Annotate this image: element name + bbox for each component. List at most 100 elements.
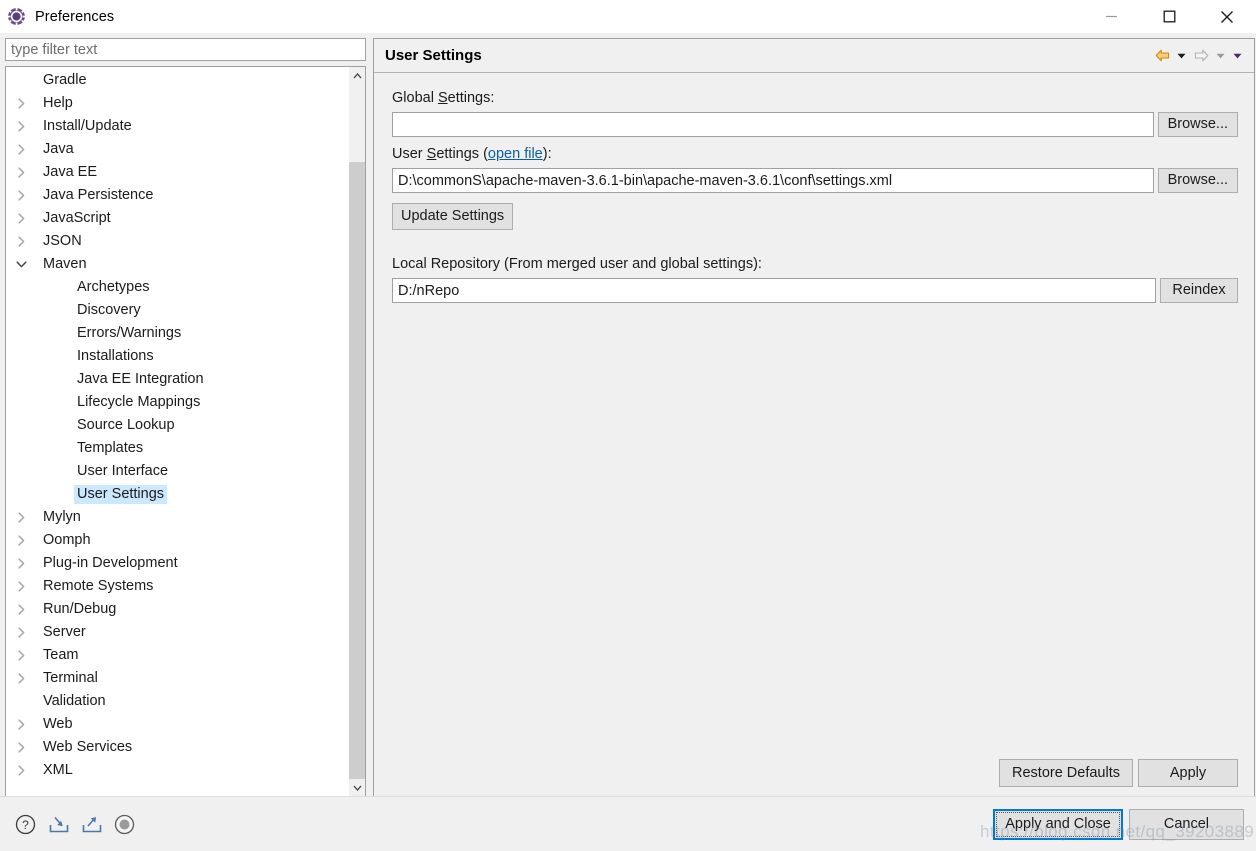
tree-item-archetypes[interactable]: Archetypes bbox=[6, 276, 348, 299]
chevron-right-icon[interactable] bbox=[12, 213, 30, 224]
chevron-right-icon[interactable] bbox=[12, 558, 30, 569]
tree-item-mylyn[interactable]: Mylyn bbox=[6, 506, 348, 529]
chevron-right-icon[interactable] bbox=[12, 627, 30, 638]
local-repository-row: Reindex bbox=[392, 278, 1238, 303]
apply-button[interactable]: Apply bbox=[1138, 759, 1238, 787]
tree-item-java[interactable]: Java bbox=[6, 138, 348, 161]
tree-item-label: Errors/Warnings bbox=[77, 325, 182, 341]
global-settings-input[interactable] bbox=[392, 112, 1154, 137]
chevron-right-icon[interactable] bbox=[12, 604, 30, 615]
filter-input[interactable] bbox=[5, 38, 366, 61]
export-icon[interactable] bbox=[80, 813, 103, 836]
tree-item-label: Help bbox=[43, 95, 73, 111]
tree-item-remote-systems[interactable]: Remote Systems bbox=[6, 575, 348, 598]
tree-scrollbar[interactable] bbox=[348, 67, 365, 796]
tree-item-terminal[interactable]: Terminal bbox=[6, 667, 348, 690]
tree-item-label: Source Lookup bbox=[77, 417, 175, 433]
forward-arrow-icon[interactable] bbox=[1190, 45, 1212, 67]
tree-item-oomph[interactable]: Oomph bbox=[6, 529, 348, 552]
tree-scrollbar-thumb[interactable] bbox=[349, 162, 365, 779]
tree-item-server[interactable]: Server bbox=[6, 621, 348, 644]
open-file-link[interactable]: open file bbox=[488, 146, 543, 162]
tree-item-label: Plug-in Development bbox=[43, 555, 178, 571]
chevron-right-icon[interactable] bbox=[12, 719, 30, 730]
tree-item-java-ee-integration[interactable]: Java EE Integration bbox=[6, 368, 348, 391]
global-settings-row: Browse... bbox=[392, 112, 1238, 137]
tree-item-label: XML bbox=[43, 762, 73, 778]
import-icon[interactable] bbox=[47, 813, 70, 836]
user-settings-input[interactable] bbox=[392, 168, 1154, 193]
close-button[interactable] bbox=[1198, 0, 1256, 33]
tree-item-maven[interactable]: Maven bbox=[6, 253, 348, 276]
tree-item-label: Archetypes bbox=[77, 279, 150, 295]
tree-item-help[interactable]: Help bbox=[6, 92, 348, 115]
tree-item-plug-in-development[interactable]: Plug-in Development bbox=[6, 552, 348, 575]
chevron-right-icon[interactable] bbox=[12, 98, 30, 109]
chevron-right-icon[interactable] bbox=[12, 673, 30, 684]
oomph-record-icon[interactable] bbox=[113, 813, 136, 836]
page-action-buttons: Restore Defaults Apply bbox=[374, 759, 1254, 796]
dialog-footer: ? Apply and Close Cancel bbox=[0, 796, 1256, 851]
user-settings-label-mnemonic: S bbox=[426, 146, 437, 162]
forward-history-dropdown-caret-icon[interactable] bbox=[1212, 45, 1229, 67]
apply-and-close-button[interactable]: Apply and Close bbox=[993, 808, 1123, 840]
tree-item-run-debug[interactable]: Run/Debug bbox=[6, 598, 348, 621]
tree-item-install-update[interactable]: Install/Update bbox=[6, 115, 348, 138]
cancel-button[interactable]: Cancel bbox=[1128, 808, 1244, 840]
footer-icons: ? bbox=[14, 813, 136, 836]
reindex-button[interactable]: Reindex bbox=[1160, 278, 1238, 303]
tree-item-web-services[interactable]: Web Services bbox=[6, 736, 348, 759]
tree-item-label: Terminal bbox=[43, 670, 98, 686]
preferences-tree-list[interactable]: Gradle Help Install/Update Java Java EE Java … bbox=[6, 67, 348, 796]
tree-item-java-persistence[interactable]: Java Persistence bbox=[6, 184, 348, 207]
chevron-right-icon[interactable] bbox=[12, 190, 30, 201]
user-settings-label-suffix: ): bbox=[542, 146, 552, 162]
page-menu-dropdown-caret-icon[interactable] bbox=[1229, 45, 1246, 67]
chevron-right-icon[interactable] bbox=[12, 144, 30, 155]
tree-item-xml[interactable]: XML bbox=[6, 759, 348, 782]
tree-item-team[interactable]: Team bbox=[6, 644, 348, 667]
user-settings-browse-button[interactable]: Browse... bbox=[1157, 168, 1238, 193]
chevron-right-icon[interactable] bbox=[12, 742, 30, 753]
page-content: Global Settings: Browse... User Settings… bbox=[374, 73, 1254, 759]
tree-item-javascript[interactable]: JavaScript bbox=[6, 207, 348, 230]
chevron-right-icon[interactable] bbox=[12, 535, 30, 546]
minimize-button[interactable] bbox=[1082, 0, 1140, 33]
restore-defaults-button[interactable]: Restore Defaults bbox=[999, 759, 1133, 787]
chevron-right-icon[interactable] bbox=[12, 236, 30, 247]
chevron-right-icon[interactable] bbox=[12, 650, 30, 661]
tree-item-gradle[interactable]: Gradle bbox=[6, 69, 348, 92]
tree-item-label: Installations bbox=[77, 348, 154, 364]
back-history-dropdown-caret-icon[interactable] bbox=[1173, 45, 1190, 67]
local-repository-input[interactable] bbox=[392, 278, 1156, 303]
chevron-right-icon[interactable] bbox=[12, 512, 30, 523]
tree-item-java-ee[interactable]: Java EE bbox=[6, 161, 348, 184]
tree-item-validation[interactable]: Validation bbox=[6, 690, 348, 713]
tree-item-user-settings[interactable]: User Settings bbox=[6, 483, 348, 506]
maximize-button[interactable] bbox=[1140, 0, 1198, 33]
chevron-right-icon[interactable] bbox=[12, 121, 30, 132]
help-icon[interactable]: ? bbox=[14, 813, 37, 836]
tree-item-lifecycle-mappings[interactable]: Lifecycle Mappings bbox=[6, 391, 348, 414]
tree-item-user-interface[interactable]: User Interface bbox=[6, 460, 348, 483]
tree-item-installations[interactable]: Installations bbox=[6, 345, 348, 368]
tree-item-json[interactable]: JSON bbox=[6, 230, 348, 253]
chevron-down-icon[interactable] bbox=[12, 260, 30, 269]
chevron-right-icon[interactable] bbox=[12, 581, 30, 592]
chevron-right-icon[interactable] bbox=[12, 167, 30, 178]
tree-item-web[interactable]: Web bbox=[6, 713, 348, 736]
scroll-up-arrow-icon[interactable] bbox=[349, 67, 365, 84]
tree-item-source-lookup[interactable]: Source Lookup bbox=[6, 414, 348, 437]
local-repository-label: Local Repository (From merged user and g… bbox=[392, 256, 762, 272]
back-arrow-icon[interactable] bbox=[1151, 45, 1173, 67]
tree-item-discovery[interactable]: Discovery bbox=[6, 299, 348, 322]
tree-item-errors-warnings[interactable]: Errors/Warnings bbox=[6, 322, 348, 345]
scroll-down-arrow-icon[interactable] bbox=[349, 779, 365, 796]
chevron-right-icon[interactable] bbox=[12, 765, 30, 776]
global-settings-browse-button[interactable]: Browse... bbox=[1157, 112, 1238, 137]
update-settings-button[interactable]: Update Settings bbox=[392, 203, 514, 230]
tree-item-label: Validation bbox=[43, 693, 106, 709]
tree-item-label: Web bbox=[43, 716, 73, 732]
tree-scrollbar-track[interactable] bbox=[349, 84, 365, 779]
tree-item-templates[interactable]: Templates bbox=[6, 437, 348, 460]
